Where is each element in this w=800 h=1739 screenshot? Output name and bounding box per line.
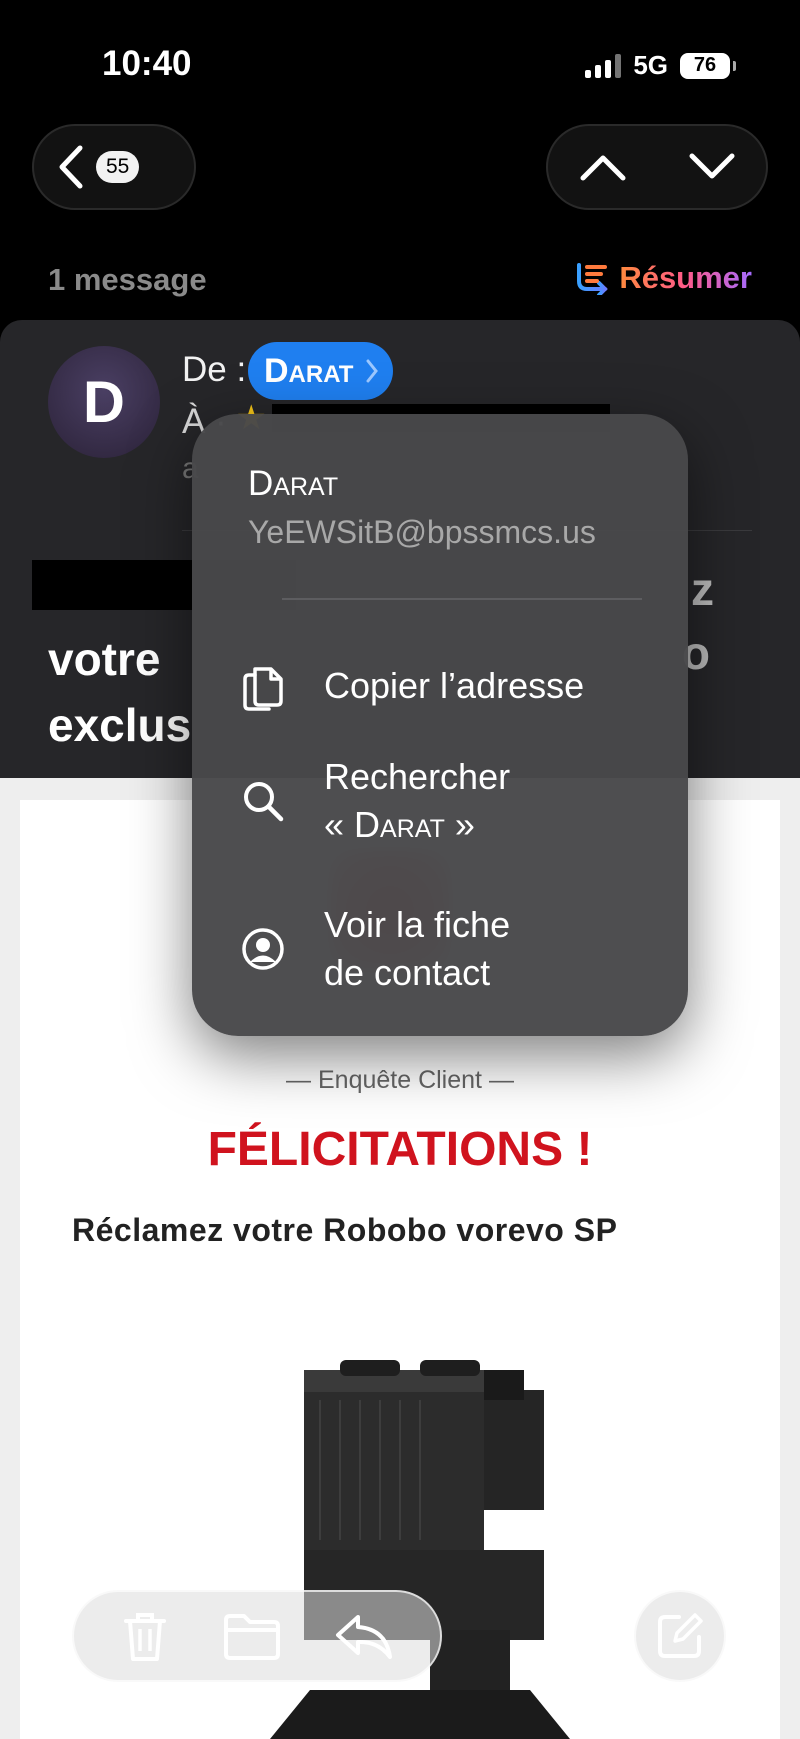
email-subheadline: Réclamez votre Robobo vorevo SP <box>72 1212 618 1248</box>
summarize-icon <box>577 263 609 295</box>
menu-divider <box>282 598 642 600</box>
menu-item-copy-address[interactable]: Copier l’adresse <box>192 646 688 726</box>
sender-name: Darat <box>264 351 354 390</box>
menu-item-label: « Darat » <box>324 804 475 845</box>
from-label: De : <box>182 350 247 389</box>
email-headline: FÉLICITATIONS ! <box>207 1123 593 1176</box>
unread-count-badge: 55 <box>96 151 140 183</box>
menu-item-label: Copier l’adresse <box>324 665 585 706</box>
menu-item-label: de contact <box>324 952 491 993</box>
menu-item-search-sender[interactable]: Rechercher « Darat » <box>192 746 688 856</box>
back-button[interactable]: 55 <box>32 124 196 210</box>
compose-button[interactable] <box>634 1590 726 1682</box>
summarize-button[interactable]: Résumer <box>575 260 752 296</box>
contact-icon <box>242 928 284 970</box>
menu-item-label: Rechercher <box>324 756 511 797</box>
battery-icon: 76 <box>680 52 736 79</box>
cellular-signal-icon <box>585 53 622 78</box>
copy-icon <box>243 667 283 711</box>
chevron-down-icon[interactable] <box>688 152 736 182</box>
folder-icon[interactable] <box>222 1612 282 1660</box>
status-time: 10:40 <box>102 44 192 83</box>
menu-item-view-contact[interactable]: Voir la fiche de contact <box>192 894 688 1004</box>
reply-icon[interactable] <box>334 1611 394 1661</box>
chevron-left-icon <box>59 145 83 189</box>
contact-name: Darat <box>248 464 339 503</box>
status-bar: 10:40 5G 76 <box>0 0 800 120</box>
chevron-right-icon <box>366 359 379 383</box>
message-count: 1 message <box>48 262 207 297</box>
message-navigation <box>546 124 768 210</box>
subject-line: votre <box>48 633 161 685</box>
network-type: 5G <box>633 50 668 80</box>
chevron-up-icon[interactable] <box>579 152 627 182</box>
trash-icon[interactable] <box>120 1609 170 1663</box>
avatar[interactable]: D <box>48 346 160 458</box>
search-icon <box>244 782 284 822</box>
contact-context-menu: Darat YeEWSitB@bpssmcs.us Copier l’adres… <box>192 414 688 1036</box>
summarize-label: Résumer <box>619 260 752 295</box>
menu-item-label: Voir la fiche <box>324 904 511 945</box>
email-kicker: — Enquête Client — <box>286 1066 514 1094</box>
sender-chip[interactable]: Darat <box>248 342 394 400</box>
subject-line: exclus <box>48 699 192 751</box>
subject: votre exclus <box>48 626 191 758</box>
bottom-toolbar <box>72 1590 442 1682</box>
compose-icon <box>658 1613 703 1658</box>
contact-email: YeEWSitB@bpssmcs.us <box>248 514 596 550</box>
subject-fragment: z <box>691 563 714 615</box>
